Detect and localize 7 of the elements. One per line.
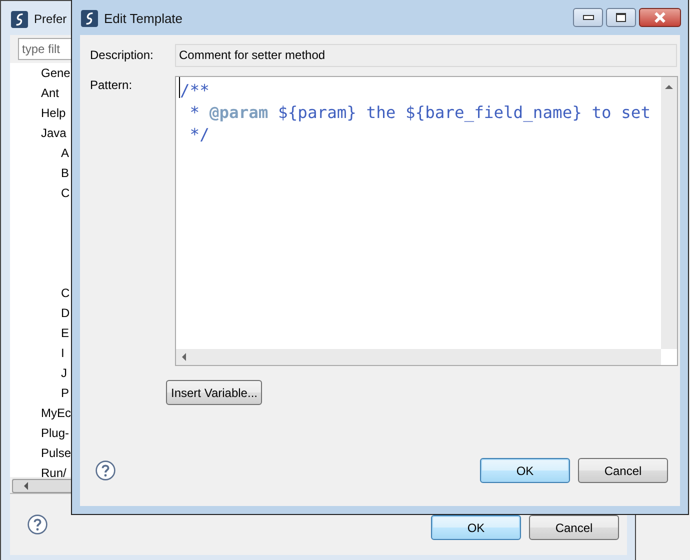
code-line: *@param ${param} the ${bare_field_name} to set <box>188 102 651 124</box>
window-title: Edit Template <box>104 10 183 26</box>
window-title: Prefer <box>34 12 67 26</box>
pattern-label: Pattern: <box>89 77 134 94</box>
code-line: /** <box>180 80 210 102</box>
description-label: Description: <box>89 47 154 64</box>
code-line: */ <box>188 124 210 146</box>
